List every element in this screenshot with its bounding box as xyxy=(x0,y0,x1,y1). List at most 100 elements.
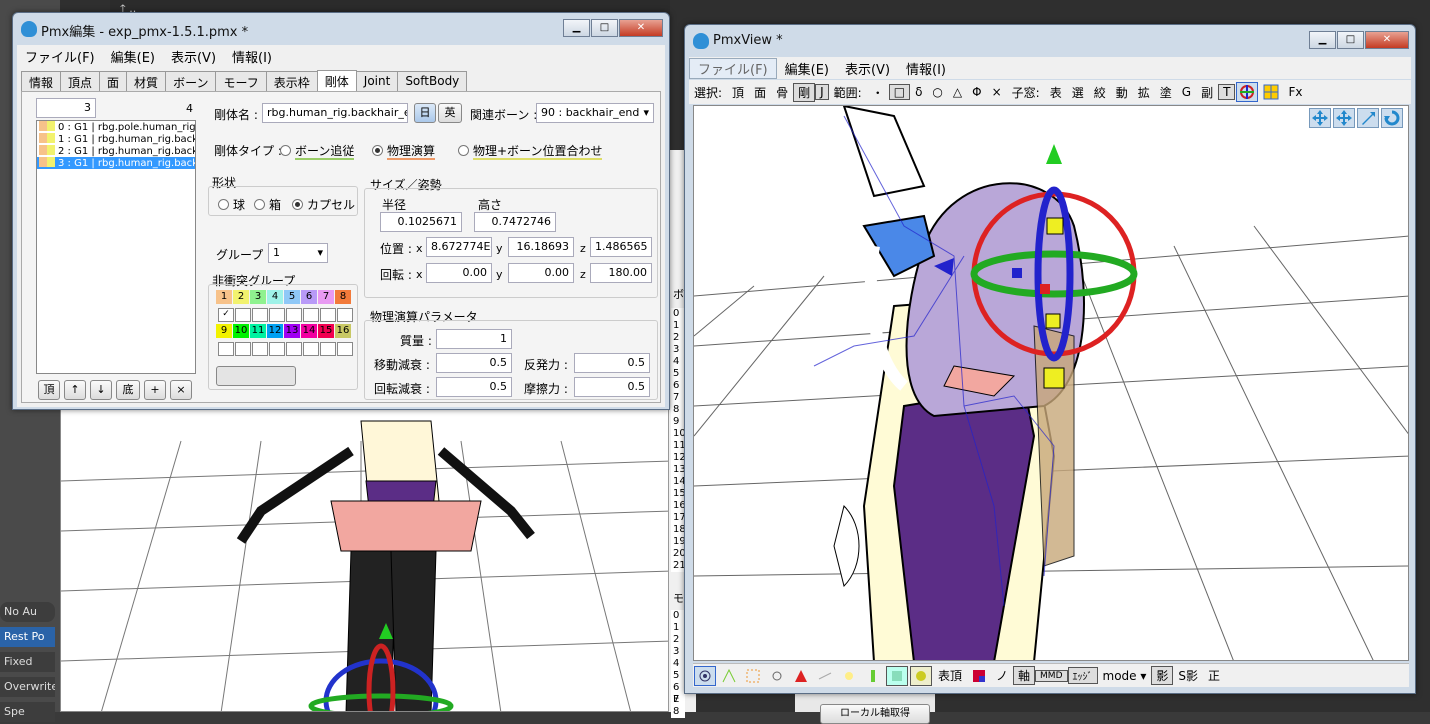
bg-button-fixed[interactable]: Fixed xyxy=(0,652,55,672)
tab-softbody[interactable]: SoftBody xyxy=(397,71,468,91)
bg-button-noauto[interactable]: No Au xyxy=(0,602,55,622)
close-button[interactable]: ✕ xyxy=(1365,31,1409,49)
select-rigidbody[interactable]: 剛 xyxy=(793,82,816,102)
mass-field[interactable]: 1 xyxy=(436,329,512,349)
range-cross[interactable]: × xyxy=(987,85,1007,99)
move-damping-field[interactable]: 0.5 xyxy=(436,353,512,373)
rigidbody-index-field[interactable]: 3 xyxy=(36,98,96,118)
rotation-y-field[interactable]: 0.00 xyxy=(508,263,574,283)
bone-icon[interactable] xyxy=(862,666,884,686)
rotation-z-field[interactable]: 180.00 xyxy=(590,263,652,283)
ncg-checkbox[interactable] xyxy=(320,342,336,356)
rotation-x-field[interactable]: 0.00 xyxy=(426,263,492,283)
lang-jp-button[interactable]: 日 xyxy=(414,103,436,123)
ncg-checkbox[interactable] xyxy=(303,342,319,356)
rotate-icon[interactable] xyxy=(1381,108,1403,128)
tab-bone[interactable]: ボーン xyxy=(165,71,217,91)
editor-titlebar[interactable]: Pmx編集 - exp_pmx-1.5.1.pmx * ▁ □ ✕ xyxy=(13,13,669,45)
gizmo-icon[interactable] xyxy=(1236,82,1259,102)
ncg-checkboxes-row2[interactable] xyxy=(218,342,354,356)
list-down-button[interactable]: ↓ xyxy=(90,380,112,400)
fx-button[interactable]: Fx xyxy=(1283,85,1307,99)
child-filter[interactable]: 絞 xyxy=(1089,84,1111,101)
tab-joint[interactable]: Joint xyxy=(355,71,399,91)
menu-file[interactable]: ファイル(F) xyxy=(689,57,777,79)
rigidbody-list[interactable]: 0 : G1 | rbg.pole.human_rig.b 1 : G1 | r… xyxy=(36,120,196,374)
ncg-checkbox[interactable] xyxy=(269,342,285,356)
type-option-physics-bone[interactable]: 物理+ボーン位置合わせ xyxy=(458,142,603,160)
axis-toggle[interactable]: 軸 xyxy=(1013,666,1036,685)
radius-field[interactable]: 0.1025671 xyxy=(380,212,462,232)
maximize-button[interactable]: □ xyxy=(1337,31,1364,49)
child-table[interactable]: 表 xyxy=(1045,84,1067,101)
viewer-titlebar[interactable]: PmxView * ▁ □ ✕ xyxy=(685,25,1415,57)
rot-damping-field[interactable]: 0.5 xyxy=(436,377,512,397)
tab-rigidbody[interactable]: 剛体 xyxy=(316,70,357,91)
group-select[interactable]: 1 ▾ xyxy=(268,243,328,263)
list-delete-button[interactable]: × xyxy=(170,380,192,400)
joint-display-icon[interactable] xyxy=(910,665,932,686)
child-t[interactable]: T xyxy=(1218,84,1236,100)
related-bone-select[interactable]: 90 : backhair_end ▾ xyxy=(536,103,654,123)
rigidbody-display-icon[interactable] xyxy=(886,665,908,686)
range-triangle[interactable]: △ xyxy=(948,85,967,99)
ncg-apply-button[interactable] xyxy=(216,366,296,386)
friction-field[interactable]: 0.5 xyxy=(574,377,650,397)
child-move[interactable]: 動 xyxy=(1111,84,1133,101)
list-bottom-button[interactable]: 底 xyxy=(116,380,140,400)
child-scale[interactable]: 拡 xyxy=(1133,84,1155,101)
tab-display-frame[interactable]: 表示枠 xyxy=(265,71,318,91)
bg-button-restpose[interactable]: Rest Po xyxy=(0,627,55,647)
menu-info[interactable]: 情報(I) xyxy=(898,59,954,78)
ncg-checkbox[interactable] xyxy=(269,308,285,322)
pan-icon[interactable] xyxy=(1309,108,1331,128)
restitution-field[interactable]: 0.5 xyxy=(574,353,650,373)
height-field[interactable]: 0.7472746 xyxy=(474,212,556,232)
bg-button-spe[interactable]: Spe xyxy=(0,702,55,722)
menu-view[interactable]: 表示(V) xyxy=(163,47,224,66)
range-rect[interactable]: □ xyxy=(888,84,911,100)
child-g[interactable]: G xyxy=(1177,85,1196,99)
ortho-toggle[interactable]: 正 xyxy=(1203,667,1225,684)
child-sub[interactable]: 副 xyxy=(1196,84,1218,101)
type-option-bone[interactable]: ボーン追従 xyxy=(280,142,355,160)
select-vertex[interactable]: 頂 xyxy=(727,84,749,101)
ncg-checkbox[interactable] xyxy=(252,308,268,322)
position-x-field[interactable]: 8.672774E- xyxy=(426,237,492,257)
wire-orange-icon[interactable] xyxy=(742,666,764,686)
minimize-button[interactable]: ▁ xyxy=(563,19,590,37)
shape-sphere[interactable]: 球 xyxy=(218,196,245,213)
select-bone[interactable]: 骨 xyxy=(771,84,793,101)
menu-edit[interactable]: 編集(E) xyxy=(103,47,163,66)
maximize-button[interactable]: □ xyxy=(591,19,618,37)
point-icon[interactable] xyxy=(766,666,788,686)
list-add-button[interactable]: + xyxy=(144,380,166,400)
ncg-checkbox[interactable] xyxy=(218,342,234,356)
tab-info[interactable]: 情報 xyxy=(21,71,62,91)
select-face[interactable]: 面 xyxy=(749,84,771,101)
menu-edit[interactable]: 編集(E) xyxy=(777,59,837,78)
select-joint[interactable]: J xyxy=(815,84,829,100)
menu-file[interactable]: ファイル(F) xyxy=(17,47,103,66)
tab-face[interactable]: 面 xyxy=(99,71,128,91)
list-item[interactable]: 0 : G1 | rbg.pole.human_rig.b xyxy=(37,121,195,133)
shape-box[interactable]: 箱 xyxy=(254,196,281,213)
ncg-checkbox[interactable]: ✓ xyxy=(218,308,234,322)
line-icon[interactable] xyxy=(814,666,836,686)
zoom-icon[interactable] xyxy=(1357,108,1379,128)
bg-button-overwrite[interactable]: Overwrite xyxy=(0,677,55,697)
list-up-button[interactable]: ↑ xyxy=(64,380,86,400)
shadow-toggle[interactable]: 影 xyxy=(1151,666,1174,685)
ncg-checkbox[interactable] xyxy=(235,342,251,356)
ncg-checkbox[interactable] xyxy=(286,308,302,322)
surface-vertex-toggle[interactable]: 表頂 xyxy=(933,667,967,684)
list-top-button[interactable]: 頂 xyxy=(38,380,60,400)
tab-material[interactable]: 材質 xyxy=(126,71,167,91)
self-shadow-toggle[interactable]: S影 xyxy=(1173,667,1203,684)
child-select[interactable]: 選 xyxy=(1067,84,1089,101)
edge-toggle[interactable]: ｴｯｼﾞ xyxy=(1067,667,1098,684)
tab-morph[interactable]: モーフ xyxy=(215,71,267,91)
grid-icon[interactable] xyxy=(1260,82,1282,102)
ncg-checkbox[interactable] xyxy=(303,308,319,322)
range-circle[interactable]: ○ xyxy=(927,85,947,99)
